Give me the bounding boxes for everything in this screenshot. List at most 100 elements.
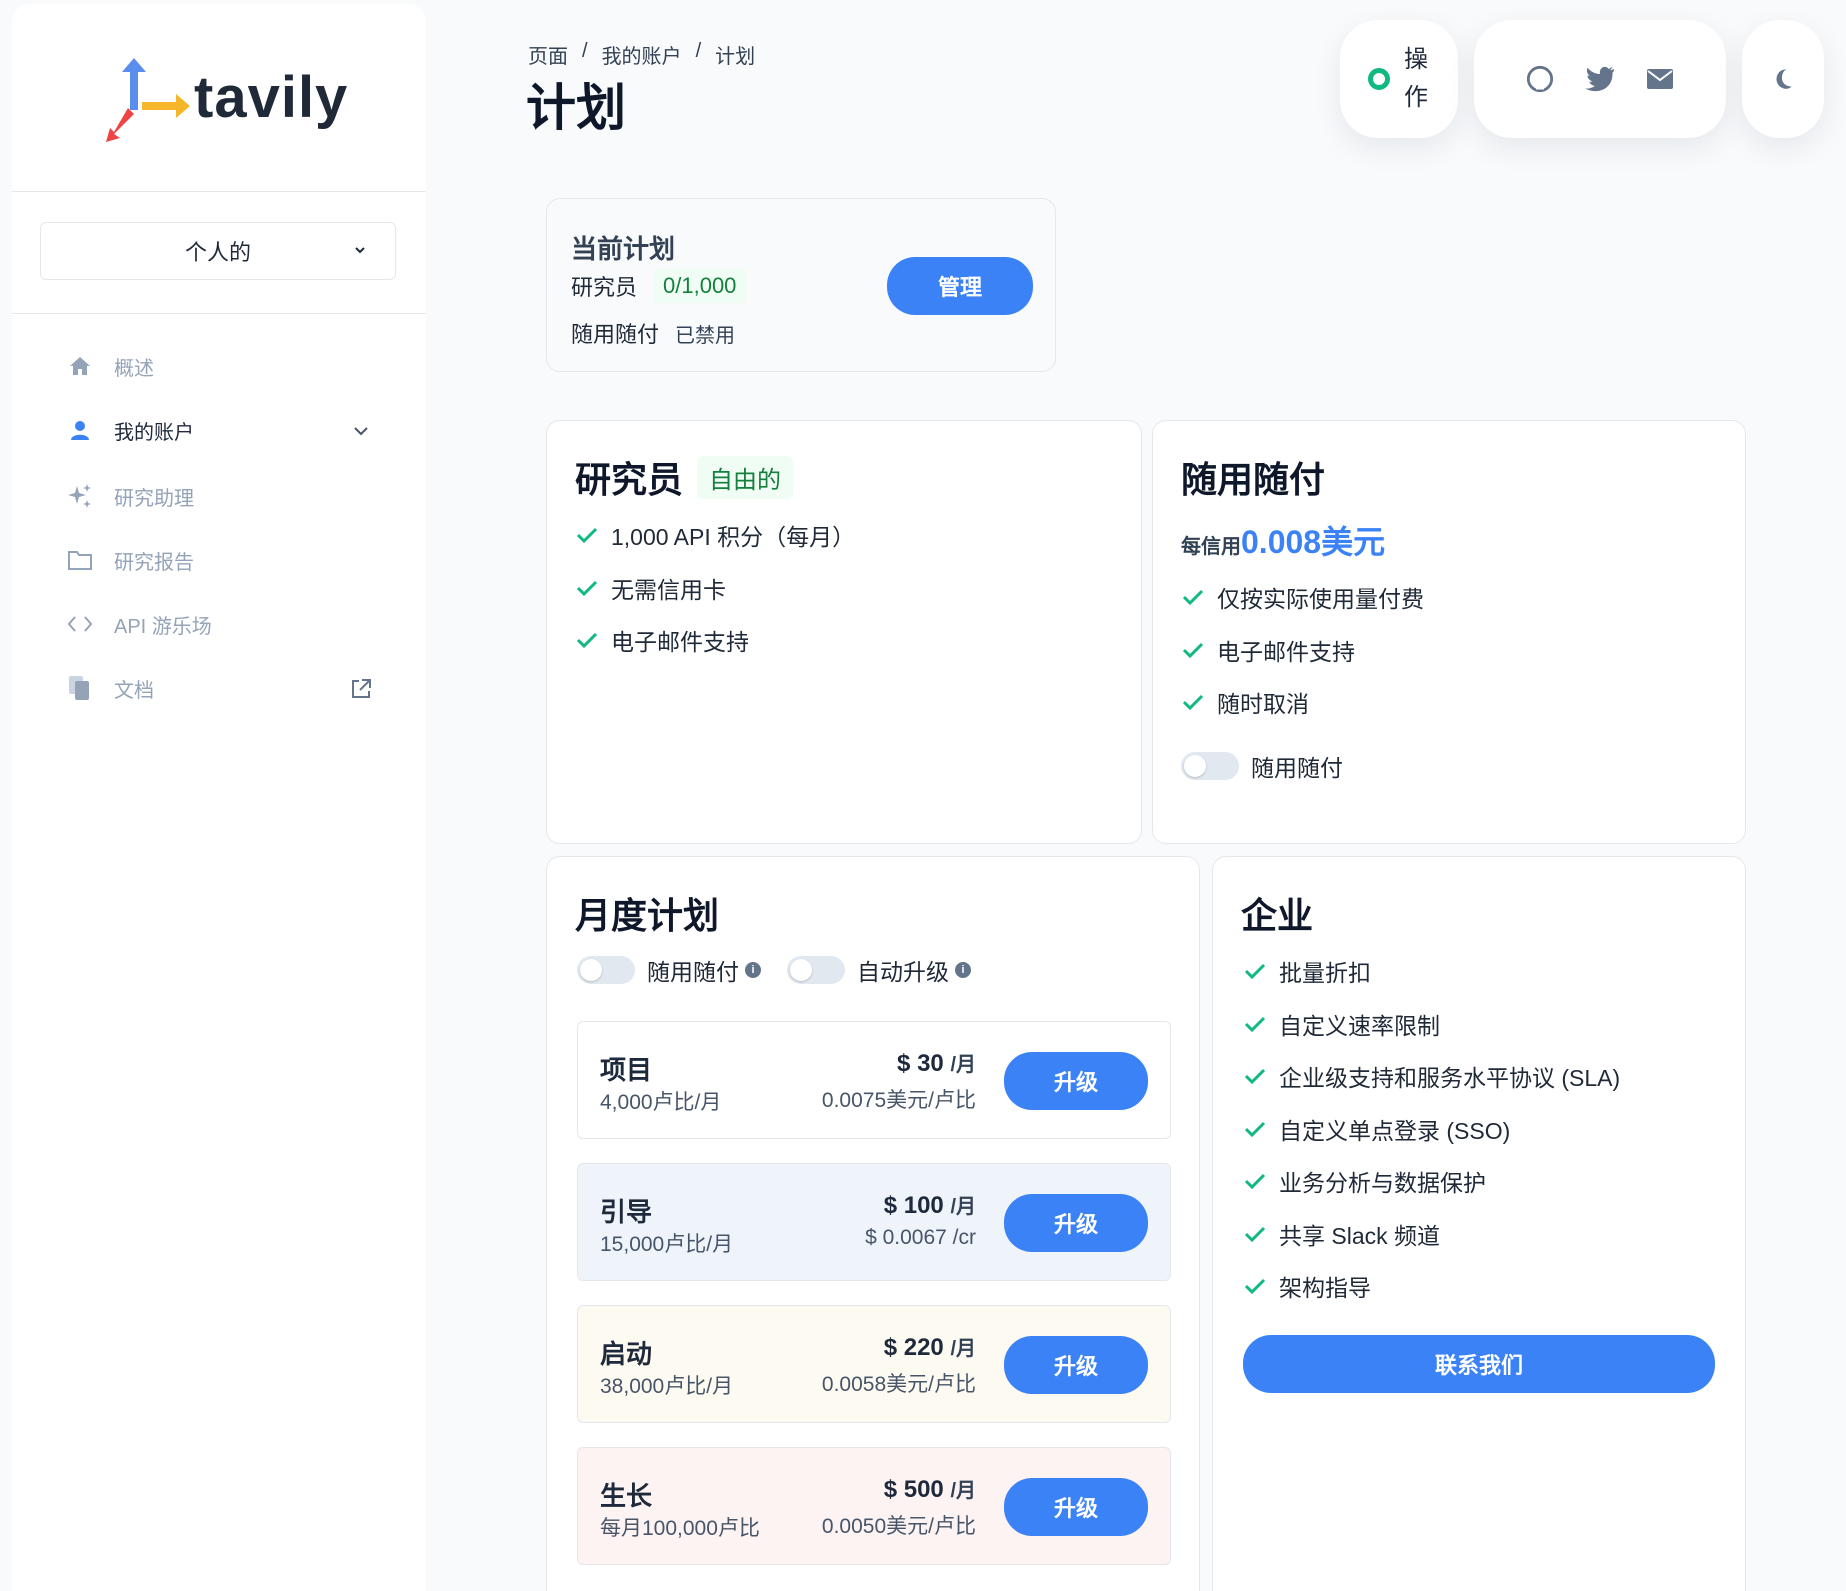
plan-price-per: /月	[950, 1054, 976, 1076]
twitter-icon[interactable]	[1585, 64, 1615, 94]
feature-text: 随时取消	[1217, 691, 1309, 718]
plan-unit-price: 0.0058美元/卢比	[821, 1373, 976, 1396]
sidebar-item-my-account[interactable]: 我的账户	[12, 398, 426, 462]
page-title: 计划	[526, 80, 626, 136]
current-plan-title: 当前计划	[571, 234, 676, 264]
info-icon[interactable]: i	[745, 962, 761, 978]
upgrade-button[interactable]: 升级	[1004, 1478, 1148, 1536]
plan-credits: 38,000卢比/月	[600, 1375, 734, 1398]
sidebar-item-label: 研究助理	[114, 487, 194, 510]
external-link-icon[interactable]	[348, 676, 374, 702]
sparkles-icon	[66, 482, 94, 510]
manage-button[interactable]: 管理	[887, 257, 1033, 315]
sidebar-nav: 概述 我的账户 研究助理 研究报告 API 游乐场 文档	[12, 334, 426, 720]
breadcrumb-item: 计划	[715, 46, 756, 68]
logo-area: tavily	[12, 4, 426, 192]
sidebar: tavily 个人的 概述 我的账户 研究助理 研究报告 API 游乐场 文档	[12, 4, 426, 1591]
contact-us-button[interactable]: 联系我们	[1243, 1335, 1715, 1393]
feature-item: 共享 Slack 频道	[1243, 1208, 1620, 1261]
enterprise-features: 批量折扣 自定义速率限制 企业级支持和服务水平协议 (SLA) 自定义单点登录 …	[1243, 945, 1620, 1313]
account-select-value: 个人的	[184, 240, 251, 265]
payg-toggle-row: 随用随付	[1181, 749, 1343, 783]
mail-icon[interactable]	[1645, 64, 1675, 94]
status-pill[interactable]: 操作	[1340, 20, 1458, 138]
upgrade-button[interactable]: 升级	[1004, 1052, 1148, 1110]
plan-price-per: /月	[950, 1338, 976, 1360]
github-icon[interactable]	[1525, 64, 1555, 94]
feature-item: 自定义单点登录 (SSO)	[1243, 1103, 1620, 1156]
feature-text: 电子邮件支持	[1217, 638, 1355, 665]
toggle-label: 自动升级	[857, 959, 949, 985]
payg-status-row: 随用随付 已禁用	[571, 317, 735, 349]
feature-item: 自定义速率限制	[1243, 998, 1620, 1051]
sidebar-item-api-playground[interactable]: API 游乐场	[12, 592, 426, 656]
auto-upgrade-toggle-row: 自动升级 i	[787, 953, 971, 987]
enterprise-title: 企业	[1241, 895, 1314, 936]
feature-item: 电子邮件支持	[575, 614, 855, 667]
sidebar-item-label: 文档	[114, 679, 154, 702]
plan-price: $ 500 /月	[884, 1474, 976, 1504]
current-plan-name: 研究员	[571, 275, 638, 300]
sidebar-item-research-assistant[interactable]: 研究助理	[12, 464, 426, 528]
feature-text: 批量折扣	[1279, 960, 1371, 987]
current-plan-card: 当前计划 研究员 0/1,000 随用随付 已禁用 管理	[546, 198, 1056, 372]
sidebar-item-label: API 游乐场	[114, 615, 212, 638]
plan-name: 生长	[600, 1481, 653, 1511]
upgrade-button[interactable]: 升级	[1004, 1336, 1148, 1394]
plan-unit-price: 0.0075美元/卢比	[821, 1089, 976, 1112]
monthly-header: 月度计划	[575, 887, 719, 939]
sidebar-item-docs[interactable]: 文档	[12, 656, 426, 720]
toggle-knob	[1184, 755, 1206, 777]
feature-item: 随时取消	[1181, 676, 1424, 729]
toggle-knob	[790, 959, 812, 981]
breadcrumb: 页面 / 我的账户 / 计划	[528, 40, 755, 69]
breadcrumb-item[interactable]: 页面	[528, 40, 568, 69]
plan-price-value: $ 220	[883, 1334, 944, 1361]
check-icon	[1243, 1221, 1269, 1247]
auto-upgrade-toggle[interactable]	[787, 956, 845, 984]
home-icon	[66, 352, 94, 380]
researcher-title: 研究员	[575, 459, 684, 500]
check-icon	[1243, 958, 1269, 984]
feature-item: 业务分析与数据保护	[1243, 1155, 1620, 1208]
plan-name: 引导	[600, 1197, 653, 1227]
breadcrumb-separator: /	[582, 40, 588, 62]
check-icon	[1243, 1063, 1269, 1089]
feature-text: 企业级支持和服务水平协议 (SLA)	[1279, 1065, 1621, 1092]
feature-text: 自定义单点登录 (SSO)	[1279, 1117, 1511, 1144]
plan-price: $ 220 /月	[884, 1332, 976, 1362]
feature-text: 自定义速率限制	[1279, 1012, 1440, 1039]
feature-text: 架构指导	[1279, 1275, 1371, 1302]
researcher-plan-card: 研究员 自由的 1,000 API 积分（每月） 无需信用卡 电子邮件支持	[546, 420, 1142, 844]
monthly-payg-toggle[interactable]	[577, 956, 635, 984]
chevron-down-icon	[355, 247, 365, 254]
free-badge: 自由的	[697, 455, 794, 499]
breadcrumb-item[interactable]: 我的账户	[602, 40, 682, 69]
upgrade-button[interactable]: 升级	[1004, 1194, 1148, 1252]
check-icon	[575, 575, 601, 601]
account-select[interactable]: 个人的	[40, 222, 396, 280]
sidebar-item-research-reports[interactable]: 研究报告	[12, 528, 426, 592]
payg-toggle[interactable]	[1181, 752, 1239, 780]
toggle-label: 随用随付	[1251, 755, 1343, 781]
folder-icon	[66, 546, 94, 574]
price-label: 每信用	[1181, 536, 1241, 558]
plan-price: $ 30 /月	[897, 1048, 976, 1078]
plan-row-startup: 启动 38,000卢比/月 $ 220 /月 0.0058美元/卢比 升级	[577, 1305, 1171, 1423]
info-icon[interactable]: i	[955, 962, 971, 978]
plan-credits: 每月100,000卢比	[600, 1517, 760, 1540]
status-dot-icon	[1368, 68, 1390, 90]
payg-title: 随用随付	[1181, 459, 1326, 500]
plan-unit-price: $ 0.0067 /cr	[865, 1226, 976, 1249]
plan-price: $ 100 /月	[884, 1190, 976, 1220]
sidebar-item-label: 我的账户	[114, 421, 194, 444]
payg-features: 仅按实际使用量付费 电子邮件支持 随时取消	[1181, 571, 1424, 729]
theme-toggle[interactable]	[1742, 20, 1824, 138]
feature-text: 电子邮件支持	[611, 629, 749, 656]
plan-name: 启动	[600, 1339, 653, 1369]
sidebar-item-overview[interactable]: 概述	[12, 334, 426, 398]
feature-item: 批量折扣	[1243, 945, 1620, 998]
toggle-knob	[580, 959, 602, 981]
document-icon	[66, 674, 94, 702]
monthly-payg-toggle-row: 随用随付 i	[577, 953, 761, 987]
